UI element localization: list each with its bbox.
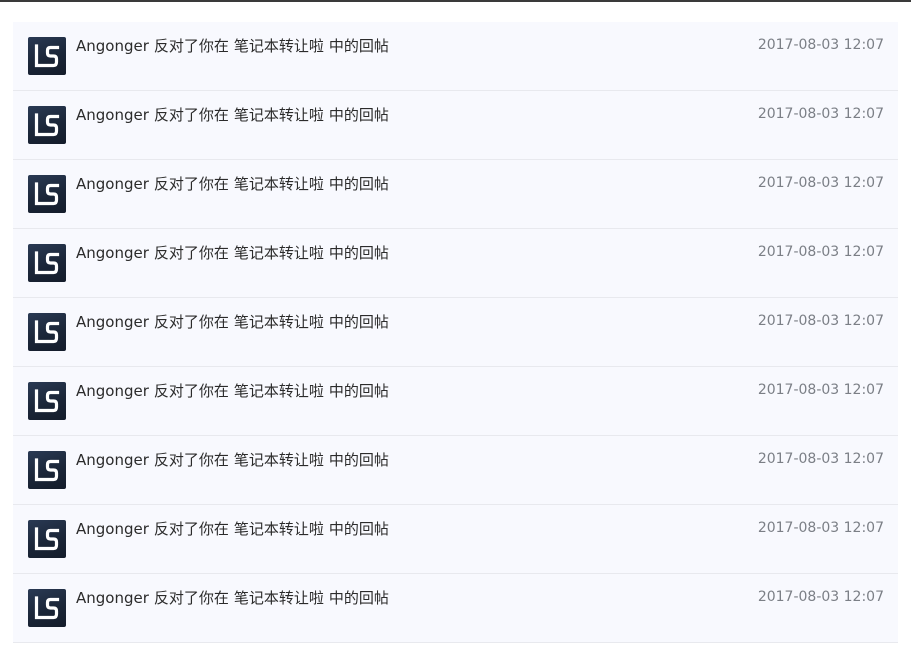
notification-item[interactable]: Angonger 反对了你在 笔记本转让啦 中的回帖 2017-08-03 12:07 — [13, 91, 898, 160]
action-text: 反对了你在 — [153, 37, 229, 55]
ls-logo-icon — [34, 527, 60, 551]
notification-item[interactable]: Angonger 反对了你在 笔记本转让啦 中的回帖 2017-08-03 12:07 — [13, 574, 898, 643]
post-title-link[interactable]: 笔记本转让啦 — [234, 175, 324, 193]
user-avatar[interactable] — [28, 244, 66, 282]
notification-message: Angonger 反对了你在 笔记本转让啦 中的回帖 — [76, 174, 389, 194]
username-link[interactable]: Angonger — [76, 451, 149, 469]
user-avatar[interactable] — [28, 520, 66, 558]
ls-logo-icon — [34, 113, 60, 137]
notification-message: Angonger 反对了你在 笔记本转让啦 中的回帖 — [76, 105, 389, 125]
username-link[interactable]: Angonger — [76, 244, 149, 262]
notification-message: Angonger 反对了你在 笔记本转让啦 中的回帖 — [76, 312, 389, 332]
username-link[interactable]: Angonger — [76, 37, 149, 55]
action-text: 反对了你在 — [153, 175, 229, 193]
user-avatar[interactable] — [28, 106, 66, 144]
ls-logo-icon — [34, 389, 60, 413]
ls-logo-icon — [34, 182, 60, 206]
top-divider — [0, 0, 911, 2]
action-text: 反对了你在 — [153, 313, 229, 331]
notification-time: 2017-08-03 12:07 — [757, 382, 884, 398]
username-link[interactable]: Angonger — [76, 589, 149, 607]
notification-message: Angonger 反对了你在 笔记本转让啦 中的回帖 — [76, 450, 389, 470]
action-text: 反对了你在 — [153, 451, 229, 469]
notification-time: 2017-08-03 12:07 — [757, 589, 884, 605]
notification-message: Angonger 反对了你在 笔记本转让啦 中的回帖 — [76, 588, 389, 608]
notification-time: 2017-08-03 12:07 — [757, 106, 884, 122]
username-link[interactable]: Angonger — [76, 520, 149, 538]
action-text: 反对了你在 — [153, 244, 229, 262]
notification-item[interactable]: Angonger 反对了你在 笔记本转让啦 中的回帖 2017-08-03 12:07 — [13, 160, 898, 229]
notification-item[interactable]: Angonger 反对了你在 笔记本转让啦 中的回帖 2017-08-03 12:07 — [13, 436, 898, 505]
user-avatar[interactable] — [28, 37, 66, 75]
notification-time: 2017-08-03 12:07 — [757, 520, 884, 536]
notification-item[interactable]: Angonger 反对了你在 笔记本转让啦 中的回帖 2017-08-03 12:07 — [13, 22, 898, 91]
notification-message: Angonger 反对了你在 笔记本转让啦 中的回帖 — [76, 36, 389, 56]
notification-time: 2017-08-03 12:07 — [757, 37, 884, 53]
username-link[interactable]: Angonger — [76, 175, 149, 193]
action-text: 反对了你在 — [153, 382, 229, 400]
ls-logo-icon — [34, 320, 60, 344]
suffix-text: 中的回帖 — [328, 589, 389, 607]
notification-message: Angonger 反对了你在 笔记本转让啦 中的回帖 — [76, 243, 389, 263]
notification-message: Angonger 反对了你在 笔记本转让啦 中的回帖 — [76, 519, 389, 539]
ls-logo-icon — [34, 44, 60, 68]
post-title-link[interactable]: 笔记本转让啦 — [234, 520, 324, 538]
suffix-text: 中的回帖 — [328, 37, 389, 55]
notification-time: 2017-08-03 12:07 — [757, 451, 884, 467]
user-avatar[interactable] — [28, 175, 66, 213]
suffix-text: 中的回帖 — [328, 106, 389, 124]
user-avatar[interactable] — [28, 589, 66, 627]
suffix-text: 中的回帖 — [328, 382, 389, 400]
notification-time: 2017-08-03 12:07 — [757, 244, 884, 260]
username-link[interactable]: Angonger — [76, 313, 149, 331]
post-title-link[interactable]: 笔记本转让啦 — [234, 106, 324, 124]
notification-list: Angonger 反对了你在 笔记本转让啦 中的回帖 2017-08-03 12:07… — [13, 22, 898, 643]
post-title-link[interactable]: 笔记本转让啦 — [234, 589, 324, 607]
ls-logo-icon — [34, 251, 60, 275]
post-title-link[interactable]: 笔记本转让啦 — [234, 37, 324, 55]
suffix-text: 中的回帖 — [328, 244, 389, 262]
action-text: 反对了你在 — [153, 520, 229, 538]
user-avatar[interactable] — [28, 451, 66, 489]
notification-item[interactable]: Angonger 反对了你在 笔记本转让啦 中的回帖 2017-08-03 12:07 — [13, 505, 898, 574]
post-title-link[interactable]: 笔记本转让啦 — [234, 451, 324, 469]
suffix-text: 中的回帖 — [328, 451, 389, 469]
notification-time: 2017-08-03 12:07 — [757, 175, 884, 191]
username-link[interactable]: Angonger — [76, 382, 149, 400]
notification-message: Angonger 反对了你在 笔记本转让啦 中的回帖 — [76, 381, 389, 401]
post-title-link[interactable]: 笔记本转让啦 — [234, 382, 324, 400]
notification-item[interactable]: Angonger 反对了你在 笔记本转让啦 中的回帖 2017-08-03 12:07 — [13, 298, 898, 367]
ls-logo-icon — [34, 458, 60, 482]
action-text: 反对了你在 — [153, 589, 229, 607]
user-avatar[interactable] — [28, 313, 66, 351]
user-avatar[interactable] — [28, 382, 66, 420]
post-title-link[interactable]: 笔记本转让啦 — [234, 244, 324, 262]
suffix-text: 中的回帖 — [328, 175, 389, 193]
ls-logo-icon — [34, 596, 60, 620]
action-text: 反对了你在 — [153, 106, 229, 124]
post-title-link[interactable]: 笔记本转让啦 — [234, 313, 324, 331]
suffix-text: 中的回帖 — [328, 313, 389, 331]
notification-time: 2017-08-03 12:07 — [757, 313, 884, 329]
suffix-text: 中的回帖 — [328, 520, 389, 538]
notification-item[interactable]: Angonger 反对了你在 笔记本转让啦 中的回帖 2017-08-03 12:07 — [13, 229, 898, 298]
notification-item[interactable]: Angonger 反对了你在 笔记本转让啦 中的回帖 2017-08-03 12:07 — [13, 367, 898, 436]
username-link[interactable]: Angonger — [76, 106, 149, 124]
